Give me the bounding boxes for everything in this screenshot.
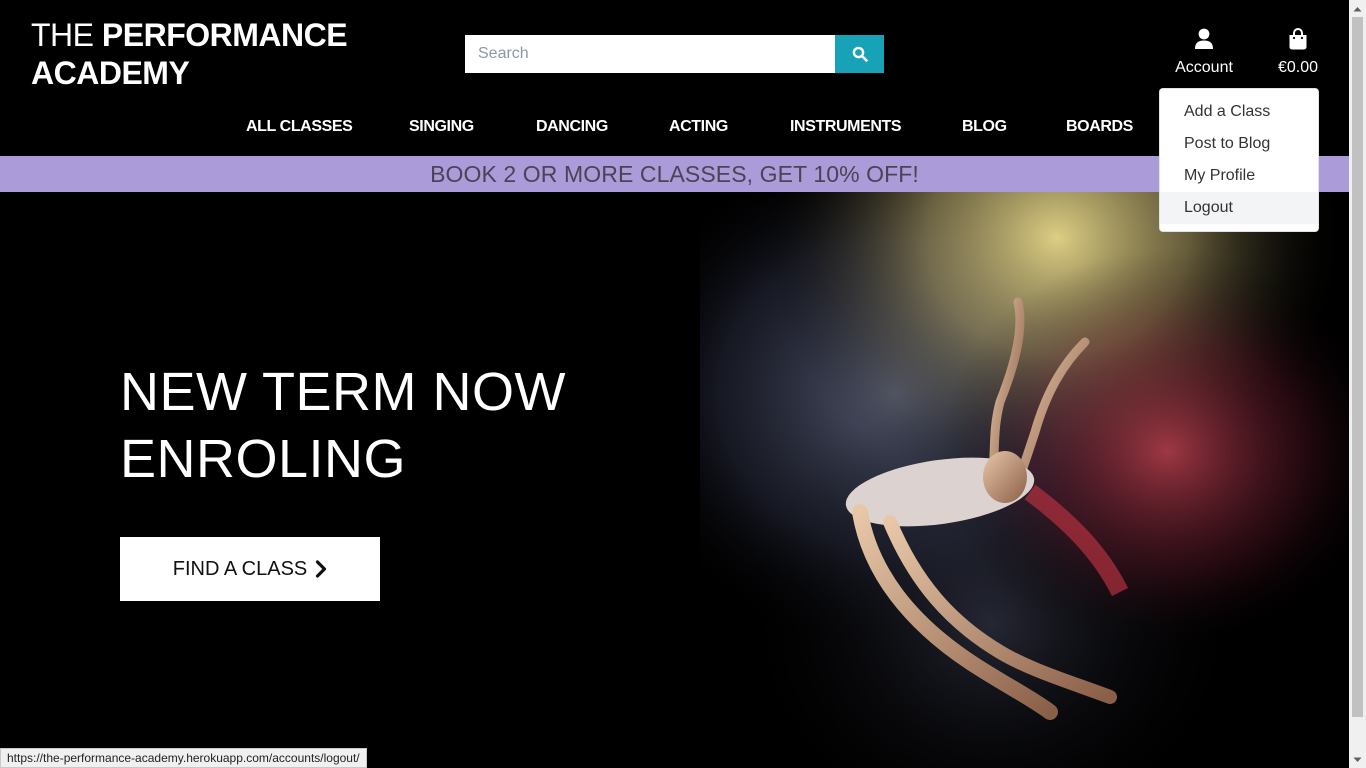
menu-item-add-class[interactable]: Add a Class <box>1160 96 1318 128</box>
account-dropdown-menu: Add a Class Post to Blog My Profile Logo… <box>1159 88 1319 232</box>
status-bar-url: https://the-performance-academy.herokuap… <box>0 748 367 768</box>
nav-item-all-classes[interactable]: ALL CLASSES <box>246 118 353 136</box>
find-a-class-button[interactable]: FIND A CLASS <box>120 537 380 601</box>
nav-item-instruments[interactable]: INSTRUMENTS <box>790 118 902 136</box>
cart-total: €0.00 <box>1277 59 1319 76</box>
site-logo[interactable]: THE PERFORMANCE ACADEMY <box>31 16 348 92</box>
nav-item-singing[interactable]: SINGING <box>409 118 474 136</box>
search-icon <box>852 46 868 62</box>
nav-item-boards[interactable]: BOARDS <box>1066 118 1133 136</box>
scrollbar-thumb[interactable] <box>1352 17 1363 717</box>
scroll-up-arrow-icon[interactable] <box>1349 0 1366 17</box>
menu-item-my-profile[interactable]: My Profile <box>1160 160 1318 192</box>
hero-headline-line1: NEW TERM NOW <box>120 362 566 422</box>
nav-item-blog[interactable]: BLOG <box>962 118 1007 136</box>
hero-headline-line2: ENROLING <box>120 429 407 489</box>
cart-link[interactable]: €0.00 <box>1270 28 1326 77</box>
logo-text-bold: PERFORMANCE <box>101 17 348 53</box>
menu-item-post-to-blog[interactable]: Post to Blog <box>1160 128 1318 160</box>
find-a-class-label: FIND A CLASS <box>172 557 308 580</box>
main-nav: ALL CLASSES SINGING DANCING ACTING INSTR… <box>0 112 1349 144</box>
hero-headline: NEW TERM NOW ENROLING <box>120 359 566 493</box>
vertical-scrollbar[interactable] <box>1349 0 1366 768</box>
user-icon <box>1195 28 1213 49</box>
logo-text-light: THE <box>31 17 102 53</box>
logo-text-line2: ACADEMY <box>31 55 190 91</box>
hero-dancer-image <box>700 192 1349 768</box>
scroll-down-arrow-icon[interactable] <box>1349 751 1366 768</box>
chevron-right-icon <box>316 560 327 578</box>
account-label: Account <box>1175 59 1233 76</box>
search-form <box>465 35 884 73</box>
account-link[interactable]: Account <box>1168 28 1240 77</box>
nav-item-acting[interactable]: ACTING <box>669 118 728 136</box>
search-button[interactable] <box>835 35 884 73</box>
hero-section: NEW TERM NOW ENROLING FIND A CLASS <box>0 192 1349 768</box>
menu-item-logout[interactable]: Logout <box>1160 192 1318 224</box>
shopping-bag-icon <box>1289 28 1307 50</box>
page: THE PERFORMANCE ACADEMY Account €0.00 <box>0 0 1349 768</box>
search-input[interactable] <box>465 35 835 73</box>
nav-item-dancing[interactable]: DANCING <box>536 118 608 136</box>
promo-banner: BOOK 2 OR MORE CLASSES, GET 10% OFF! <box>0 156 1349 192</box>
